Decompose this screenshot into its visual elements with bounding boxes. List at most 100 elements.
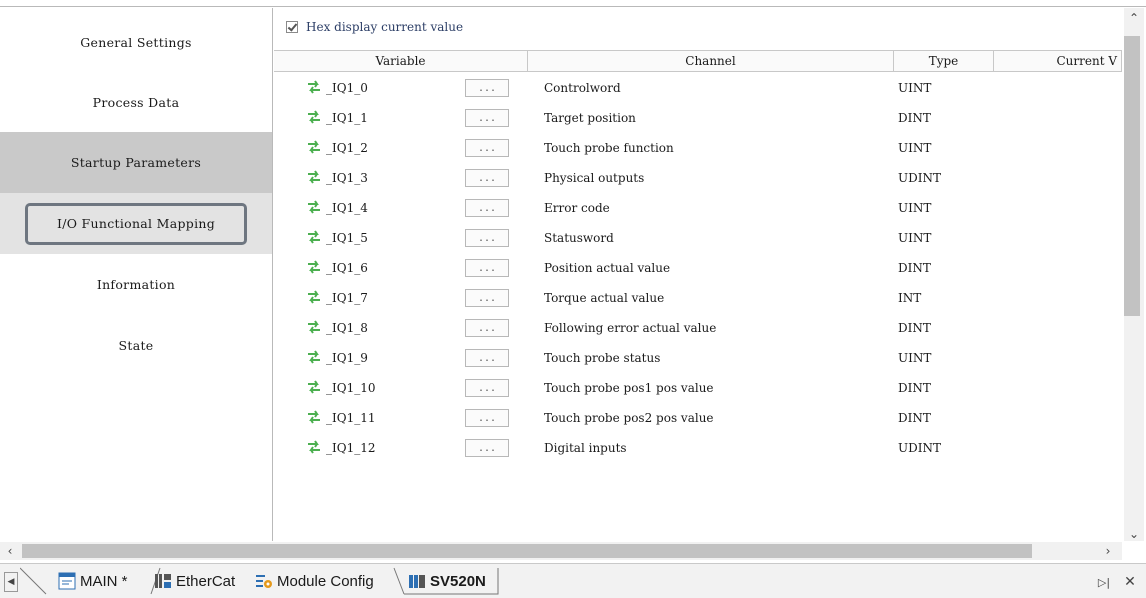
- current-value-cell: [998, 133, 1118, 163]
- browse-variable-button[interactable]: ...: [465, 79, 509, 97]
- tab-sv520n[interactable]: SV520N: [408, 568, 486, 594]
- browse-variable-button[interactable]: ...: [465, 289, 509, 307]
- tab-next-icon[interactable]: ▷|: [1094, 573, 1114, 591]
- table-row[interactable]: _IQ1_2... Touch probe function UINT: [274, 133, 1122, 163]
- scroll-down-icon[interactable]: ⌄: [1124, 526, 1144, 542]
- column-header-variable[interactable]: Variable: [274, 50, 528, 72]
- top-border: [0, 0, 1146, 7]
- hex-display-checkbox[interactable]: [286, 21, 298, 33]
- type-cell: INT: [898, 291, 922, 305]
- swap-arrows-icon: [308, 320, 320, 334]
- column-header-type[interactable]: Type: [894, 50, 994, 72]
- table-row[interactable]: _IQ1_7... Torque actual value INT: [274, 283, 1122, 313]
- swap-arrows-icon: [308, 110, 320, 124]
- table-row[interactable]: _IQ1_3... Physical outputs UDINT: [274, 163, 1122, 193]
- scroll-left-icon[interactable]: ‹: [2, 543, 18, 559]
- nav-io-functional-mapping[interactable]: I/O Functional Mapping: [0, 193, 272, 254]
- variable-cell: _IQ1_12: [326, 441, 376, 455]
- tab-label: SV520N: [430, 572, 486, 590]
- horizontal-scroll-thumb[interactable]: [22, 544, 1032, 558]
- table-row[interactable]: _IQ1_6... Position actual value DINT: [274, 253, 1122, 283]
- type-cell: UINT: [898, 351, 932, 365]
- browse-variable-button[interactable]: ...: [465, 319, 509, 337]
- type-cell: UDINT: [898, 441, 941, 455]
- channel-cell: Statusword: [544, 231, 614, 245]
- swap-arrows-icon: [308, 350, 320, 364]
- browse-variable-button[interactable]: ...: [465, 259, 509, 277]
- browse-variable-button[interactable]: ...: [465, 139, 509, 157]
- variable-cell: _IQ1_1: [326, 111, 368, 125]
- nav-label: General Settings: [80, 35, 192, 50]
- tab-main[interactable]: MAIN *: [58, 568, 128, 594]
- swap-arrows-icon: [308, 200, 320, 214]
- table-row[interactable]: _IQ1_12... Digital inputs UDINT: [274, 433, 1122, 463]
- current-value-cell: [998, 73, 1118, 103]
- current-value-cell: [998, 283, 1118, 313]
- channel-cell: Physical outputs: [544, 171, 645, 185]
- current-value-cell: [998, 373, 1118, 403]
- variable-cell: _IQ1_6: [326, 261, 368, 275]
- column-header-channel[interactable]: Channel: [528, 50, 894, 72]
- nav-label: State: [118, 338, 154, 353]
- nav-label: Process Data: [92, 95, 180, 110]
- swap-arrows-icon: [308, 410, 320, 424]
- mapping-panel: Hex display current value Variable Chann…: [274, 8, 1146, 541]
- channel-cell: Digital inputs: [544, 441, 627, 455]
- channel-cell: Target position: [544, 111, 636, 125]
- swap-arrows-icon: [308, 140, 320, 154]
- table-row[interactable]: _IQ1_10... Touch probe pos1 pos value DINT: [274, 373, 1122, 403]
- type-cell: UDINT: [898, 171, 941, 185]
- focus-outline: I/O Functional Mapping: [25, 202, 247, 245]
- tab-label: Module Config: [277, 572, 374, 590]
- channel-cell: Touch probe function: [544, 141, 674, 155]
- browse-variable-button[interactable]: ...: [465, 409, 509, 427]
- variable-cell: _IQ1_4: [326, 201, 368, 215]
- table-row[interactable]: _IQ1_9... Touch probe status UINT: [274, 343, 1122, 373]
- channel-cell: Error code: [544, 201, 610, 215]
- swap-arrows-icon: [308, 80, 320, 94]
- table-row[interactable]: _IQ1_11... Touch probe pos2 pos value DINT: [274, 403, 1122, 433]
- table-row[interactable]: _IQ1_1... Target position DINT: [274, 103, 1122, 133]
- current-value-cell: [998, 253, 1118, 283]
- browse-variable-button[interactable]: ...: [465, 379, 509, 397]
- tab-module-config[interactable]: Module Config: [255, 568, 374, 594]
- nav-information[interactable]: Information: [0, 254, 272, 315]
- close-tab-icon[interactable]: ✕: [1120, 573, 1140, 591]
- variable-cell: _IQ1_10: [326, 381, 376, 395]
- channel-cell: Touch probe status: [544, 351, 661, 365]
- browse-variable-button[interactable]: ...: [465, 169, 509, 187]
- panel-divider: [272, 8, 273, 541]
- type-cell: DINT: [898, 381, 931, 395]
- nav-process-data[interactable]: Process Data: [0, 72, 272, 133]
- type-cell: UINT: [898, 81, 932, 95]
- browse-variable-button[interactable]: ...: [465, 229, 509, 247]
- table-row[interactable]: _IQ1_8... Following error actual value DIN…: [274, 313, 1122, 343]
- variable-cell: _IQ1_8: [326, 321, 368, 335]
- vertical-scroll-thumb[interactable]: [1124, 36, 1140, 316]
- nav-general-settings[interactable]: General Settings: [0, 12, 272, 73]
- table-row[interactable]: _IQ1_4... Error code UINT: [274, 193, 1122, 223]
- browse-variable-button[interactable]: ...: [465, 349, 509, 367]
- browse-variable-button[interactable]: ...: [465, 199, 509, 217]
- nav-label: I/O Functional Mapping: [56, 216, 216, 231]
- nav-label: Information: [96, 277, 176, 292]
- nav-startup-parameters[interactable]: Startup Parameters: [0, 132, 272, 193]
- tab-label: EtherCat: [176, 572, 236, 590]
- browse-variable-button[interactable]: ...: [465, 439, 509, 457]
- hex-display-option[interactable]: Hex display current value: [286, 20, 463, 34]
- scroll-right-icon[interactable]: ›: [1100, 543, 1116, 559]
- variable-cell: _IQ1_11: [326, 411, 376, 425]
- table-row[interactable]: _IQ1_5... Statusword UINT: [274, 223, 1122, 253]
- type-cell: UINT: [898, 231, 932, 245]
- current-value-cell: [998, 433, 1118, 463]
- channel-cell: Following error actual value: [544, 321, 717, 335]
- type-cell: UINT: [898, 141, 932, 155]
- tab-scroll-left-icon[interactable]: ◀: [4, 572, 18, 592]
- column-header-current-value[interactable]: Current V: [994, 50, 1122, 72]
- tab-ethercat[interactable]: EtherCat: [154, 568, 235, 594]
- current-value-cell: [998, 313, 1118, 343]
- nav-state[interactable]: State: [0, 315, 272, 376]
- browse-variable-button[interactable]: ...: [465, 109, 509, 127]
- table-row[interactable]: _IQ1_0... Controlword UINT: [274, 73, 1122, 103]
- scroll-up-icon[interactable]: ⌃: [1124, 10, 1144, 26]
